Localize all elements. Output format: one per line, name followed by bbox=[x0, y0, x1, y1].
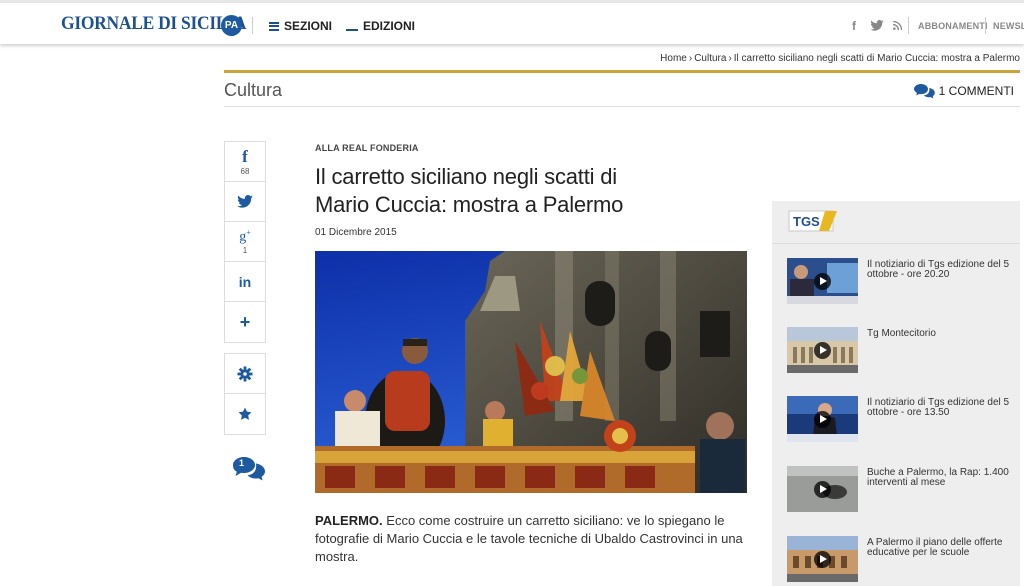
twitter-icon bbox=[237, 195, 253, 208]
share-box: f 68 g+ 1 in + bbox=[224, 141, 266, 343]
favorite-button[interactable] bbox=[225, 394, 265, 434]
video-item[interactable]: Il notiziario di Tgs edizione del 5 otto… bbox=[787, 258, 1017, 306]
facebook-share-count: 68 bbox=[240, 167, 250, 176]
tgs-logo[interactable]: TGS bbox=[787, 208, 839, 234]
star-icon bbox=[238, 407, 252, 420]
nav-editions-button[interactable]: EDIZIONI bbox=[346, 19, 415, 33]
site-logo[interactable]: GIORNALE DI SICILIA bbox=[61, 13, 246, 35]
newsletter-link[interactable]: NEWSL bbox=[993, 21, 1024, 31]
article-kicker: ALLA REAL FONDERIA bbox=[315, 143, 419, 153]
googleplus-share-button[interactable]: g+ 1 bbox=[225, 222, 265, 262]
plus-icon: + bbox=[239, 311, 251, 332]
linkedin-icon: in bbox=[238, 273, 252, 290]
svg-text:TGS: TGS bbox=[793, 214, 820, 229]
comments-count-link[interactable]: 1 COMMENTI bbox=[913, 83, 1014, 99]
divider bbox=[985, 17, 986, 34]
play-icon bbox=[814, 342, 831, 359]
facebook-icon[interactable]: f bbox=[852, 19, 856, 33]
more-share-button[interactable]: + bbox=[225, 302, 265, 342]
comments-side-button[interactable]: 1 bbox=[232, 456, 266, 482]
underline-icon bbox=[346, 29, 358, 31]
nav-editions-label: EDIZIONI bbox=[363, 19, 416, 33]
comment-bubble-icon bbox=[233, 457, 265, 481]
play-icon bbox=[814, 273, 831, 290]
comment-bubble-icon bbox=[913, 84, 935, 99]
video-title[interactable]: Il notiziario di Tgs edizione del 5 otto… bbox=[867, 398, 1017, 418]
video-thumbnail bbox=[787, 466, 858, 512]
video-thumbnail bbox=[787, 258, 858, 304]
article-date: 01 Dicembre 2015 bbox=[315, 227, 397, 238]
share-toolbar: f 68 g+ 1 in + bbox=[224, 141, 266, 435]
video-item[interactable]: Il notiziario di Tgs edizione del 5 otto… bbox=[787, 396, 1017, 444]
video-title[interactable]: Buche a Palermo, la Rap: 1.400 intervent… bbox=[867, 468, 1017, 488]
play-icon bbox=[814, 551, 831, 568]
section-divider bbox=[224, 106, 1020, 107]
city-badge[interactable]: PA bbox=[221, 15, 242, 36]
divider bbox=[252, 17, 253, 34]
play-icon bbox=[814, 481, 831, 498]
breadcrumb-article[interactable]: Il carretto siciliano negli scatti di Ma… bbox=[734, 53, 1020, 64]
video-title[interactable]: Tg Montecitorio bbox=[867, 329, 1017, 339]
play-icon bbox=[814, 411, 831, 428]
video-item[interactable]: Tg Montecitorio bbox=[787, 327, 1017, 375]
section-title[interactable]: Cultura bbox=[224, 80, 282, 101]
rss-icon[interactable] bbox=[893, 21, 902, 30]
googleplus-share-count: 1 bbox=[242, 245, 248, 255]
facebook-share-button[interactable]: f 68 bbox=[225, 142, 265, 182]
sidebar-divider bbox=[772, 243, 1020, 244]
facebook-icon: f bbox=[242, 147, 248, 166]
video-item[interactable]: Buche a Palermo, la Rap: 1.400 intervent… bbox=[787, 466, 1017, 514]
sicilian-cart-photo bbox=[315, 251, 747, 493]
video-item[interactable]: A Palermo il piano delle offerte educati… bbox=[787, 536, 1017, 584]
twitter-share-button[interactable] bbox=[225, 182, 265, 222]
breadcrumb-section[interactable]: Cultura bbox=[694, 53, 726, 64]
section-accent-line bbox=[224, 70, 1020, 73]
divider bbox=[908, 17, 909, 34]
article-photo[interactable] bbox=[315, 251, 747, 493]
nav-sections-label: SEZIONI bbox=[284, 19, 333, 33]
article-headline: Il carretto siciliano negli scatti di Ma… bbox=[315, 163, 755, 219]
hamburger-icon bbox=[269, 21, 279, 31]
nav-sections-button[interactable]: SEZIONI bbox=[269, 19, 332, 33]
video-title[interactable]: Il notiziario di Tgs edizione del 5 otto… bbox=[867, 260, 1017, 280]
video-thumbnail bbox=[787, 327, 858, 373]
breadcrumb: Home › Cultura › Il carretto siciliano negli… bbox=[660, 53, 1020, 64]
article-lead-paragraph: PALERMO. Ecco come costruire un carretto… bbox=[315, 512, 747, 566]
breadcrumb-home[interactable]: Home bbox=[660, 53, 687, 64]
article-header: ALLA REAL FONDERIA Il carretto siciliano… bbox=[315, 143, 755, 238]
settings-button[interactable] bbox=[225, 354, 265, 394]
comments-side-count: 1 bbox=[239, 458, 245, 468]
gear-icon bbox=[237, 366, 253, 381]
video-title[interactable]: A Palermo il piano delle offerte educati… bbox=[867, 538, 1017, 558]
dateline: PALERMO. bbox=[315, 513, 383, 528]
headline-line-2: Mario Cuccia: mostra a Palermo bbox=[315, 192, 624, 217]
video-thumbnail bbox=[787, 396, 858, 442]
twitter-icon[interactable] bbox=[870, 20, 884, 31]
video-thumbnail bbox=[787, 536, 858, 582]
headline-line-1: Il carretto siciliano negli scatti di bbox=[315, 164, 617, 189]
googleplus-icon: g+ bbox=[239, 228, 251, 245]
tools-box bbox=[224, 353, 266, 435]
top-navigation-bar: GIORNALE DI SICILIA PA SEZIONI EDIZIONI … bbox=[0, 0, 1024, 44]
subscriptions-link[interactable]: ABBONAMENTI bbox=[918, 21, 988, 31]
linkedin-share-button[interactable]: in bbox=[225, 262, 265, 302]
comments-count-label: 1 COMMENTI bbox=[938, 84, 1014, 98]
